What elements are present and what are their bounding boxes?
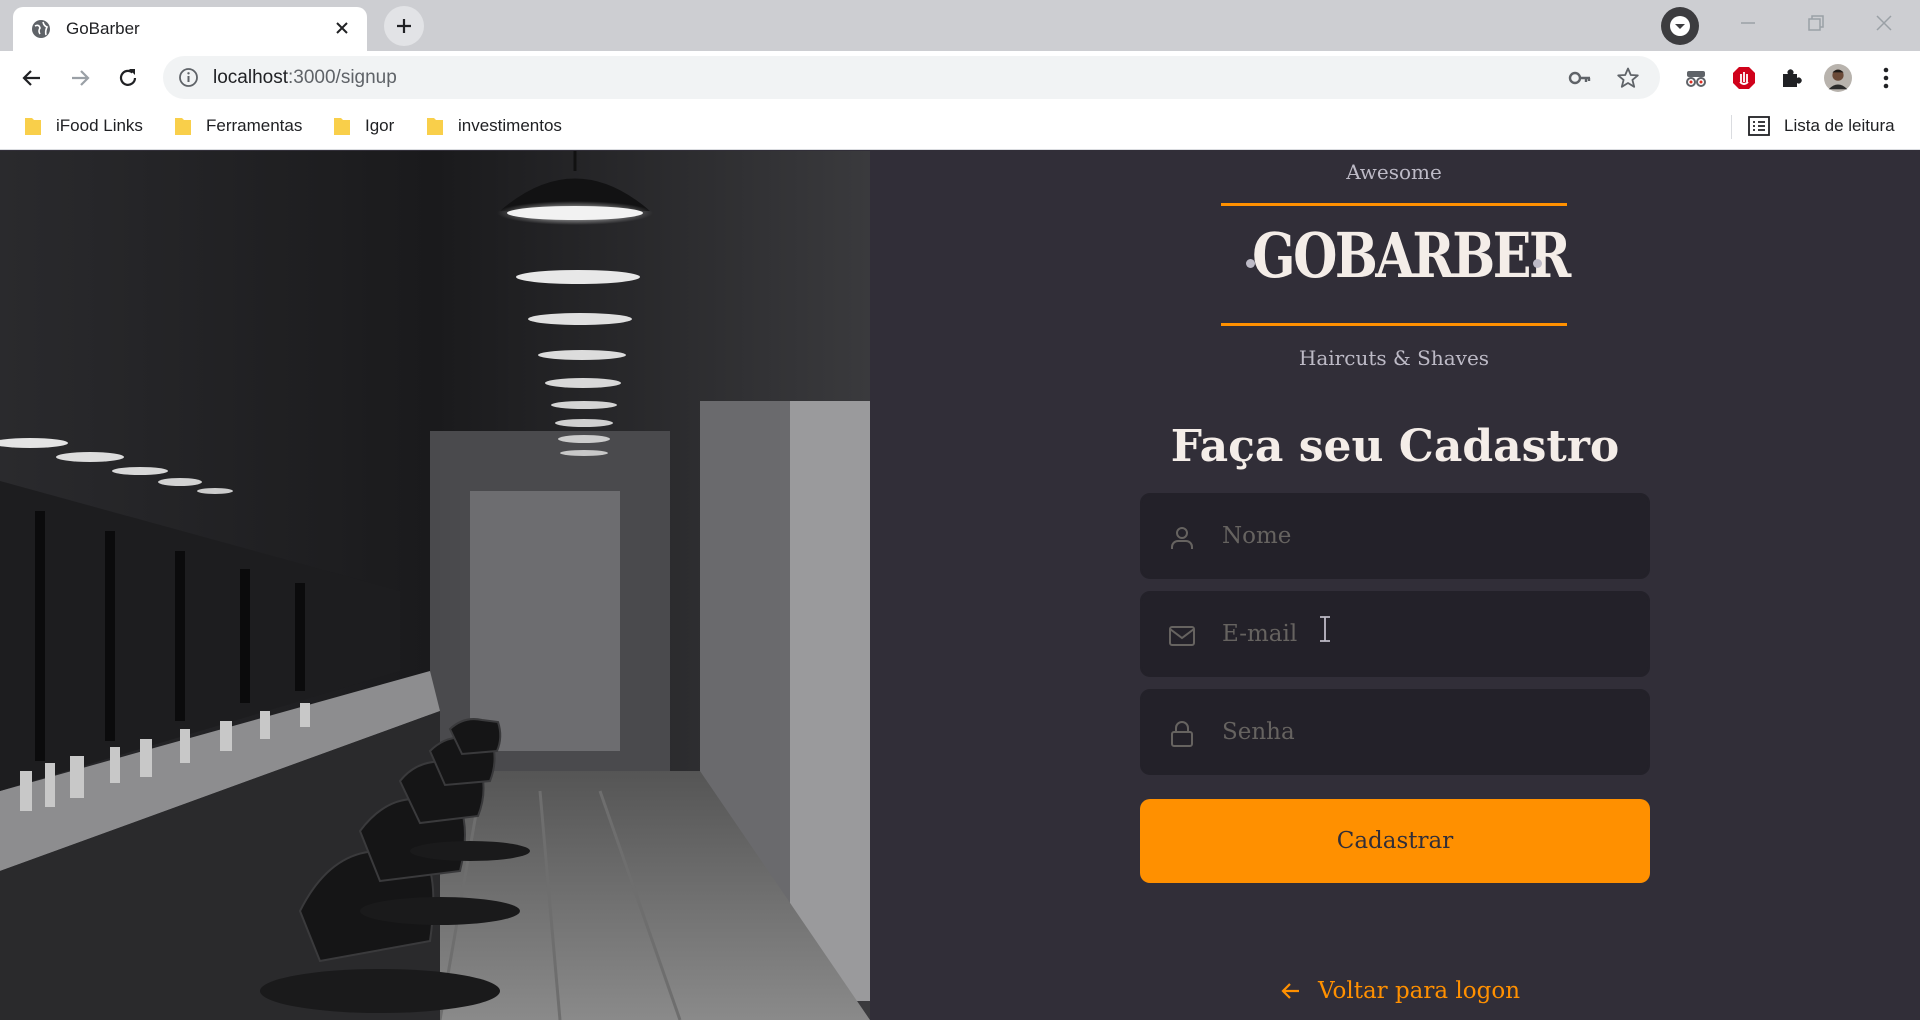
logo-bottom-rule — [1221, 323, 1567, 326]
logo-brand: GOBARBER — [1252, 219, 1571, 292]
info-icon[interactable] — [178, 67, 199, 88]
reading-list-label: Lista de leitura — [1784, 116, 1895, 135]
restore-button[interactable] — [1798, 8, 1834, 38]
tab-title: GoBarber — [66, 19, 140, 38]
url-text: localhost:3000/signup — [213, 67, 397, 89]
browser-toolbar: localhost:3000/signup — [0, 51, 1920, 104]
bookmark-label: Ferramentas — [206, 116, 303, 135]
address-bar[interactable]: localhost:3000/signup — [163, 56, 1660, 99]
folder-icon — [25, 118, 41, 135]
name-input[interactable] — [1222, 495, 1632, 577]
logo-top-text: Awesome — [1346, 160, 1442, 184]
arrow-left-icon — [1281, 983, 1299, 999]
reading-list-button[interactable]: Lista de leitura — [1748, 114, 1895, 138]
bookmark-folder-investimentos[interactable]: investimentos — [426, 114, 562, 138]
arrow-left-icon — [22, 70, 40, 86]
extension-icon-1[interactable] — [1682, 64, 1710, 92]
barbershop-background-image — [0, 151, 870, 1020]
back-button[interactable] — [18, 64, 46, 92]
minimize-button[interactable] — [1730, 8, 1766, 38]
signup-submit-button[interactable]: Cadastrar — [1140, 799, 1650, 883]
bookmark-label: investimentos — [458, 116, 562, 135]
plus-icon — [397, 19, 411, 33]
forward-button[interactable] — [66, 64, 94, 92]
logo-tagline: Haircuts & Shaves — [1298, 346, 1490, 370]
mail-icon — [1169, 626, 1195, 646]
password-input[interactable] — [1222, 691, 1632, 773]
text-cursor-icon — [1320, 616, 1330, 642]
url-path: :3000/signup — [288, 67, 397, 88]
signup-form: Faça seu Cadastro Cadastrar — [1140, 413, 1650, 883]
logo-dot-right — [1533, 259, 1542, 268]
url-host: localhost — [213, 67, 288, 88]
name-field[interactable] — [1140, 493, 1650, 579]
bookmark-folder-ferramentas[interactable]: Ferramentas — [174, 114, 302, 138]
puzzle-icon — [1783, 69, 1802, 87]
star-icon[interactable] — [1616, 66, 1640, 90]
adblock-icon — [1733, 67, 1755, 89]
browser-tab[interactable]: GoBarber — [13, 7, 367, 51]
browser-menu-button[interactable] — [1872, 64, 1900, 92]
password-field[interactable] — [1140, 689, 1650, 775]
folder-icon — [334, 118, 350, 135]
restore-icon — [1808, 15, 1824, 31]
signup-content: Awesome GOBARBER Haircuts & Shaves Faça … — [870, 151, 1920, 1020]
new-tab-button[interactable] — [384, 6, 424, 46]
tab-search-button[interactable] — [1661, 7, 1699, 45]
reload-button[interactable] — [114, 64, 142, 92]
arrow-right-icon — [72, 70, 90, 86]
close-icon — [1876, 15, 1892, 31]
reading-list-icon — [1748, 116, 1770, 136]
globe-icon — [32, 20, 50, 38]
avatar-icon — [1824, 64, 1852, 92]
close-window-button[interactable] — [1866, 8, 1902, 38]
email-field[interactable] — [1140, 591, 1650, 677]
bookmarks-divider — [1731, 115, 1732, 139]
key-icon[interactable] — [1568, 67, 1592, 89]
minimize-icon — [1741, 22, 1755, 24]
back-link-label: Voltar para logon — [1318, 978, 1521, 1004]
extension-icon-2[interactable] — [1730, 64, 1758, 92]
signup-page: Awesome GOBARBER Haircuts & Shaves Faça … — [0, 151, 1920, 1020]
barbershop-photo — [0, 151, 870, 1020]
lock-icon — [1171, 721, 1193, 747]
gobarber-logo: Awesome GOBARBER Haircuts & Shaves — [1221, 151, 1571, 381]
email-input[interactable] — [1222, 593, 1632, 675]
browser-tabstrip: GoBarber — [0, 0, 1920, 51]
folder-icon — [175, 118, 191, 135]
spy-extension-icon — [1686, 71, 1706, 87]
profile-avatar[interactable] — [1824, 64, 1852, 92]
logo-top-rule — [1221, 203, 1567, 206]
more-vertical-icon — [1883, 67, 1889, 89]
chevron-down-icon — [1670, 16, 1690, 36]
page-title: Faça seu Cadastro — [1170, 421, 1620, 472]
folder-icon — [427, 118, 443, 135]
user-icon — [1171, 527, 1193, 549]
bookmark-label: iFood Links — [56, 116, 143, 135]
bookmark-folder-igor[interactable]: Igor — [333, 114, 394, 138]
bookmarks-bar: iFood Links Ferramentas Igor investiment… — [0, 104, 1920, 150]
back-to-logon-link[interactable]: Voltar para logon — [1280, 978, 1520, 1004]
bookmark-label: Igor — [365, 116, 395, 135]
close-tab-icon[interactable] — [331, 17, 353, 39]
reload-icon — [119, 69, 137, 86]
extensions-button[interactable] — [1777, 64, 1805, 92]
bookmark-folder-ifood[interactable]: iFood Links — [24, 114, 143, 138]
